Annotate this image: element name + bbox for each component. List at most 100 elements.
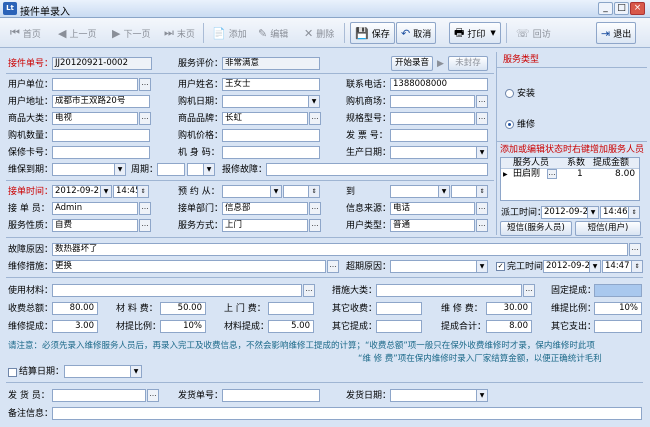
save-button[interactable]: 💾 保存 (350, 22, 395, 44)
model-field[interactable] (390, 112, 475, 125)
phone-field[interactable]: 1388008000 (390, 78, 488, 91)
appt-to-time-field[interactable]: ⇕ (451, 185, 488, 198)
chevron-down-icon[interactable]: ▼ (203, 164, 214, 175)
dispatch-date-field[interactable]: 2012-09-21 ▼ (541, 206, 599, 219)
measure-cat-field[interactable] (376, 284, 522, 297)
category-field[interactable]: 电视 (52, 112, 138, 125)
finish-time-field[interactable]: 14:47 ⇕ (602, 260, 643, 273)
finish-checkbox[interactable]: ✓ (496, 262, 505, 271)
recv-dept-field[interactable]: 信息部 (222, 202, 308, 215)
info-src-field[interactable]: 电话 (390, 202, 475, 215)
appt-to-date-field[interactable]: ▼ (390, 185, 450, 198)
svc-nature-field[interactable]: 自费 (52, 219, 138, 232)
chevron-down-icon[interactable]: ▼ (308, 96, 319, 107)
appt-from-time-field[interactable]: ⇕ (283, 185, 320, 198)
remark-field[interactable] (52, 407, 642, 420)
chevron-down-icon[interactable]: ▼ (100, 186, 111, 197)
ellipsis-button[interactable]: … (547, 169, 557, 179)
spinner-icon[interactable]: ⇕ (631, 261, 642, 272)
chevron-down-icon[interactable]: ▼ (476, 390, 487, 401)
user-unit-field[interactable] (52, 78, 138, 91)
chevron-down-icon[interactable]: ▼ (587, 207, 598, 218)
visit-button[interactable]: ☏ 回访 (512, 22, 555, 44)
minimize-button[interactable]: _ (598, 2, 613, 15)
repair-radio[interactable] (505, 120, 514, 129)
ship-no-field[interactable] (222, 389, 320, 402)
repair-comm-field[interactable]: 3.00 (52, 320, 98, 333)
chevron-down-icon[interactable]: ▼ (114, 164, 125, 175)
chevron-down-icon[interactable]: ▼ (270, 186, 281, 197)
spinner-icon[interactable]: ⇕ (628, 207, 639, 218)
fixed-comm-field[interactable] (594, 284, 642, 297)
other-comm-field[interactable] (376, 320, 422, 333)
not-sealed-button[interactable]: 未封存 (448, 56, 488, 71)
chevron-down-icon[interactable]: ▼ (438, 186, 449, 197)
dispatch-time-field[interactable]: 14:46 ⇕ (600, 206, 640, 219)
spinner-icon[interactable]: ⇕ (308, 186, 319, 197)
ship-date-field[interactable]: ▼ (390, 389, 488, 402)
cancel-button[interactable]: ↶ 取消 (396, 22, 437, 44)
repair-fee-field[interactable]: 30.00 (486, 302, 532, 315)
comm-total-field[interactable]: 8.00 (486, 320, 532, 333)
user-name-field[interactable]: 王女士 (222, 78, 320, 91)
qty-field[interactable] (52, 129, 150, 142)
svc-mode-field[interactable]: 上门 (222, 219, 308, 232)
sender-field[interactable] (52, 389, 146, 402)
ellipsis-button[interactable]: … (629, 243, 641, 256)
staff-amount-cell[interactable]: 8.00 (615, 169, 635, 180)
machine-code-field[interactable] (222, 146, 320, 159)
warranty-card-field[interactable] (52, 146, 150, 159)
mat-comm-field[interactable]: 5.00 (268, 320, 314, 333)
ellipsis-button[interactable]: … (476, 95, 488, 108)
fault-report-field[interactable] (266, 163, 488, 176)
staff-coef-cell[interactable]: 1 (577, 169, 583, 180)
address-field[interactable]: 成都市王双路20号 (52, 95, 150, 108)
total-field[interactable]: 80.00 (52, 302, 98, 315)
maximize-button[interactable]: □ (614, 2, 629, 15)
repair-field[interactable]: 更换 (52, 260, 326, 273)
receiver-field[interactable]: Admin (52, 202, 138, 215)
warranty-exp-field[interactable]: ▼ (52, 163, 126, 176)
ellipsis-button[interactable]: … (139, 219, 151, 232)
chevron-down-icon[interactable]: ▼ (130, 366, 141, 377)
delete-button[interactable]: ✕ 删除 (300, 22, 338, 44)
mat-ratio-field[interactable]: 10% (160, 320, 206, 333)
user-type-field[interactable]: 普通 (390, 219, 475, 232)
print-button[interactable]: 🖶 打印 ▼ (449, 22, 501, 44)
install-radio[interactable] (505, 89, 514, 98)
repair-ratio-field[interactable]: 10% (594, 302, 642, 315)
brand-field[interactable]: 长虹 (222, 112, 308, 125)
chevron-down-icon[interactable]: ▼ (476, 147, 487, 158)
chevron-down-icon[interactable]: ▼ (476, 261, 487, 272)
appt-from-date-field[interactable]: ▼ (222, 185, 282, 198)
chevron-down-icon[interactable]: ▼ (589, 261, 600, 272)
edit-button[interactable]: ✎ 编辑 (254, 22, 292, 44)
ellipsis-button[interactable]: … (523, 284, 535, 297)
add-button[interactable]: 📄 添加 (208, 22, 251, 44)
start-record-button[interactable]: 开始录音 (391, 56, 433, 71)
ellipsis-button[interactable]: … (476, 202, 488, 215)
last-page-button[interactable]: ⏭ 末页 (160, 22, 199, 44)
door-fee-field[interactable] (268, 302, 314, 315)
sms-user-button[interactable]: 短信(用户) (575, 221, 641, 236)
order-no-field[interactable]: JJ20120921-0002 (52, 57, 152, 70)
prev-page-button[interactable]: ◀ 上一页 (54, 22, 100, 44)
rating-field[interactable]: 非常满意 (222, 57, 320, 70)
ellipsis-button[interactable]: … (327, 260, 339, 273)
ellipsis-button[interactable]: … (476, 219, 488, 232)
exit-button[interactable]: ⇥ 退出 (596, 22, 637, 44)
price-field[interactable] (222, 129, 320, 142)
buy-store-field[interactable] (390, 95, 475, 108)
other-fee-field[interactable] (376, 302, 422, 315)
period-field[interactable] (157, 163, 185, 176)
buy-date-field[interactable]: ▼ (222, 95, 320, 108)
material-field[interactable] (52, 284, 302, 297)
ellipsis-button[interactable]: … (139, 112, 151, 125)
recv-date-field[interactable]: 2012-09-21 ▼ (52, 185, 112, 198)
overdue-field[interactable]: ▼ (390, 260, 488, 273)
staff-name-cell[interactable]: 田启刚 (513, 169, 540, 180)
finish-date-field[interactable]: 2012-09-21 ▼ (543, 260, 601, 273)
other-exp-field[interactable] (594, 320, 642, 333)
fault-cause-field[interactable]: 数热器坏了 (52, 243, 628, 256)
period-unit-select[interactable]: ▼ (187, 163, 215, 176)
